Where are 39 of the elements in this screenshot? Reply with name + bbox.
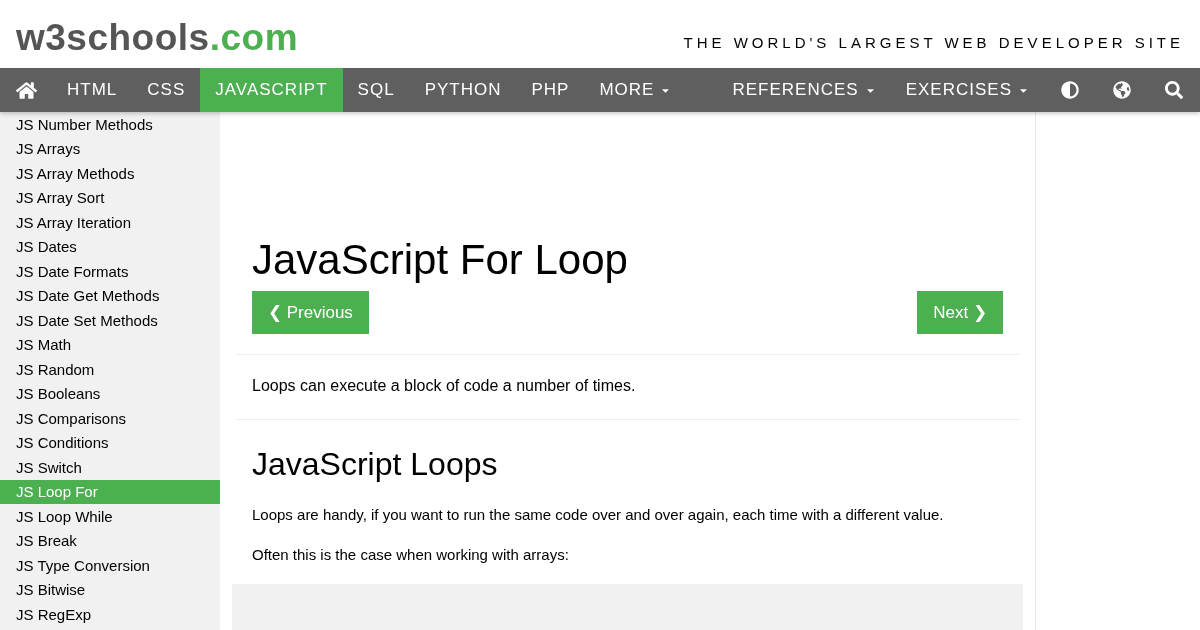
sidebar-link[interactable]: JS Date Formats	[0, 259, 220, 284]
nav-tab[interactable]: PYTHON	[409, 68, 517, 112]
sidebar-link[interactable]: JS Date Get Methods	[0, 283, 220, 308]
contrast-icon	[1061, 81, 1079, 99]
sidebar-link[interactable]: JS Break	[0, 528, 220, 553]
page-title: JavaScript For Loop	[251, 235, 629, 285]
home-icon	[15, 79, 37, 101]
sidebar-link[interactable]: JS Date Set Methods	[0, 308, 220, 333]
sidebar-link[interactable]: JS Loop While	[0, 504, 220, 529]
sidebar-link[interactable]: JS Booleans	[0, 381, 220, 406]
sidebar-link[interactable]: JS Conditions	[0, 430, 220, 455]
sidebar-link[interactable]: JS Array Methods	[0, 161, 220, 186]
tagline: THE WORLD'S LARGEST WEB DEVELOPER SITE	[683, 32, 1184, 53]
section-heading: JavaScript Loops	[251, 445, 499, 484]
sidebar-link[interactable]: JS Array Sort	[0, 185, 220, 210]
sidebar-link[interactable]: JS Comparisons	[0, 406, 220, 431]
sidebar-link[interactable]: JS Type Conversion	[0, 553, 220, 578]
paragraph: Loops are handy, if you want to run the same code over and over again, each time with a different value.	[251, 505, 945, 525]
nav-tab[interactable]: CSS	[132, 68, 201, 112]
sidebar-link[interactable]: JS RegExp	[0, 602, 220, 627]
globe-icon	[1113, 81, 1131, 99]
sidebar-link[interactable]: JS Switch	[0, 455, 220, 480]
site-logo[interactable]: w3schools.com	[16, 19, 299, 56]
nav-tab[interactable]: REFERENCES	[717, 68, 891, 112]
sidebar-link[interactable]: JS Arrays	[0, 136, 220, 161]
sidebar-link[interactable]: JS Math	[0, 332, 220, 357]
sidebar-link[interactable]: JS Dates	[0, 234, 220, 259]
sidebar-link[interactable]: JS Bitwise	[0, 577, 220, 602]
nav-tab[interactable]: PHP	[516, 68, 585, 112]
paragraph: Often this is the case when working with arrays:	[251, 545, 570, 565]
nav-tab[interactable]: SQL	[342, 68, 410, 112]
search-icon	[1165, 81, 1183, 99]
intro-text: Loops can execute a block of code a number of times.	[251, 376, 637, 396]
sidebar-link[interactable]: JS Array Iteration	[0, 210, 220, 235]
nav-tab[interactable]: EXERCISES	[890, 68, 1044, 112]
nav-tab[interactable]: MORE	[584, 68, 687, 112]
sidebar-link[interactable]: JS Number Methods	[0, 112, 220, 137]
sidebar-link[interactable]: JS Random	[0, 357, 220, 382]
nav-tab[interactable]: HTML	[52, 68, 133, 112]
